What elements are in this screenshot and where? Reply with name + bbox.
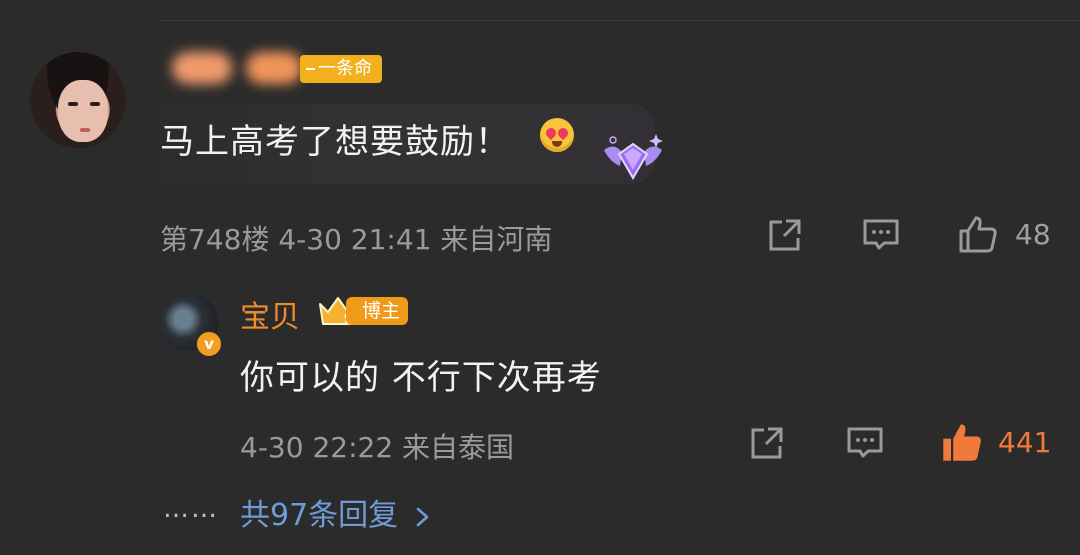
comment-icon[interactable] (862, 216, 900, 254)
reply-author[interactable]: 宝贝 (240, 292, 300, 336)
like-count: 48 (1015, 218, 1051, 251)
verified-badge-icon: v (195, 330, 223, 358)
more-replies-label: 共97条回复 (240, 498, 399, 533)
share-icon[interactable] (766, 216, 804, 254)
comment-time: 4-30 21:41 (278, 223, 432, 256)
reply-location: 来自泰国 (402, 431, 515, 464)
host-badge-label: 博主 (362, 300, 401, 322)
blurred-username (246, 52, 302, 84)
like-icon[interactable] (958, 214, 998, 254)
liked-thumbs-up-icon[interactable] (940, 420, 984, 464)
reply-text: 你可以的 不行下次再考 (240, 358, 602, 398)
view-more-replies-link[interactable]: 共97条回复 (240, 490, 432, 534)
fan-badge[interactable]: 一条命 (300, 55, 382, 83)
thread-dots: …… (163, 494, 219, 524)
chevron-right-icon (416, 507, 429, 526)
diamond-wings-icon (604, 134, 663, 180)
blurred-username (172, 52, 232, 84)
divider (160, 20, 1080, 21)
heart-eyes-emoji-icon (540, 118, 574, 152)
comment-text: 马上高考了想要鼓励！ (160, 122, 510, 162)
comment-meta: 第748楼 4-30 21:41 来自河南 (160, 218, 552, 258)
reply-meta: 4-30 22:22 来自泰国 (240, 426, 514, 466)
comment-icon[interactable] (846, 424, 884, 462)
reply-time: 4-30 22:22 (240, 431, 394, 464)
host-badge: 博主 (346, 297, 409, 325)
fan-badge-label: 一条命 (318, 58, 372, 79)
reply-like-count: 441 (998, 426, 1052, 459)
share-icon[interactable] (748, 424, 786, 462)
comment-thread: 一条命 马上高考了想要鼓励！ 第748楼 4-30 21:41 来自河南 48 … (0, 0, 1080, 555)
avatar[interactable] (30, 52, 126, 148)
comment-location: 来自河南 (440, 223, 553, 256)
floor-number: 第748楼 (160, 223, 270, 256)
